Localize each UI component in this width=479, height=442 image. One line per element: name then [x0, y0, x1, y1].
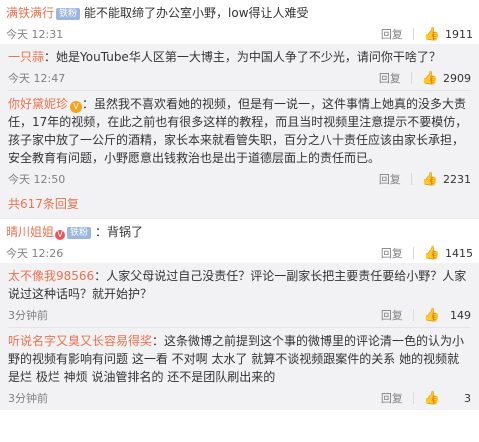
- divider: [412, 247, 414, 259]
- thumbs-up-icon[interactable]: 👍: [424, 308, 440, 323]
- vip-icon: V: [70, 101, 83, 113]
- divider: [412, 392, 414, 404]
- reply-thread: 一只蒜：她是YouTube华人区第一大博主，为中国人争了不少光，请问你干啥了？ …: [0, 44, 479, 218]
- reply-button[interactable]: 回复: [381, 390, 403, 406]
- thumbs-up-icon[interactable]: 👍: [424, 391, 440, 406]
- comment-author[interactable]: 满铁满行: [6, 6, 54, 20]
- comment-author[interactable]: 一只蒜: [8, 50, 44, 64]
- more-replies-link[interactable]: 共617条回复: [8, 191, 471, 218]
- divider: [410, 72, 412, 84]
- like-count: 3: [464, 391, 471, 405]
- comment-time: 今天 12:50: [8, 173, 66, 186]
- comment-author[interactable]: 你好黛妮珍: [8, 97, 68, 111]
- comment-time: 今天 12:47: [8, 72, 66, 85]
- vip-icon: V: [55, 230, 66, 240]
- reply-thread: 太不像我98566：人家父母说过自己没责任？评论一副家长把主要责任要给小野？人家…: [0, 263, 479, 410]
- comment-author[interactable]: 听说名字又臭又长容易得奖: [8, 334, 152, 348]
- reply-4: 听说名字又臭又长容易得奖：这条微博之前提到这个事的微博里的评论清一色的认为小野的…: [8, 327, 471, 410]
- reply-button[interactable]: 回复: [379, 171, 401, 187]
- like-count: 2231: [443, 172, 471, 186]
- thumbs-up-icon[interactable]: 👍: [422, 172, 438, 187]
- thumbs-up-icon[interactable]: 👍: [424, 27, 440, 42]
- reply-3: 太不像我98566：人家父母说过自己没责任？评论一副家长把主要责任要给小野？人家…: [8, 267, 471, 327]
- divider: [410, 173, 412, 185]
- comment-text: ：背锅了: [95, 225, 144, 239]
- divider: [412, 28, 414, 40]
- reply-1: 一只蒜：她是YouTube华人区第一大博主，为中国人争了不少光，请问你干啥了？ …: [8, 48, 471, 90]
- divider: [412, 309, 414, 321]
- fan-badge: 铁粉: [67, 227, 92, 239]
- like-count: 1415: [445, 246, 473, 260]
- comment-text: 能不能取缔了办公室小野，low得让人难受: [84, 6, 309, 20]
- comment-time: 3分钟前: [8, 392, 48, 405]
- comment-author[interactable]: 太不像我98566: [8, 269, 94, 283]
- like-count: 1911: [445, 27, 473, 41]
- reply-button[interactable]: 回复: [381, 307, 403, 323]
- comment-1: 满铁满行 铁粉 能不能取缔了办公室小野，low得让人难受 今天 12:31 回复 👍…: [0, 0, 479, 44]
- reply-button[interactable]: 回复: [381, 245, 403, 261]
- thumbs-up-icon[interactable]: 👍: [424, 246, 440, 261]
- reply-2: 你好黛妮珍 V ：虽然我不喜欢看她的视频，但是有一说一，这件事情上她真的没多大责任，…: [8, 90, 471, 191]
- reply-button[interactable]: 回复: [379, 70, 401, 86]
- comment-time: 今天 12:26: [6, 247, 64, 260]
- comment-time: 3分钟前: [8, 309, 48, 322]
- like-count: 149: [450, 308, 471, 322]
- comment-text: ：她是YouTube华人区第一大博主，为中国人争了不少光，请问你干啥了？: [44, 50, 441, 64]
- comment-2: 晴川姐姐 V 铁粉 ：背锅了 今天 12:26 回复 👍 1415: [0, 218, 479, 263]
- fan-badge: 铁粉: [56, 8, 81, 20]
- comment-author[interactable]: 晴川姐姐: [6, 225, 54, 239]
- like-count: 2909: [443, 71, 471, 85]
- thumbs-up-icon[interactable]: 👍: [422, 71, 438, 86]
- comment-time: 今天 12:31: [6, 28, 64, 41]
- reply-button[interactable]: 回复: [381, 26, 403, 42]
